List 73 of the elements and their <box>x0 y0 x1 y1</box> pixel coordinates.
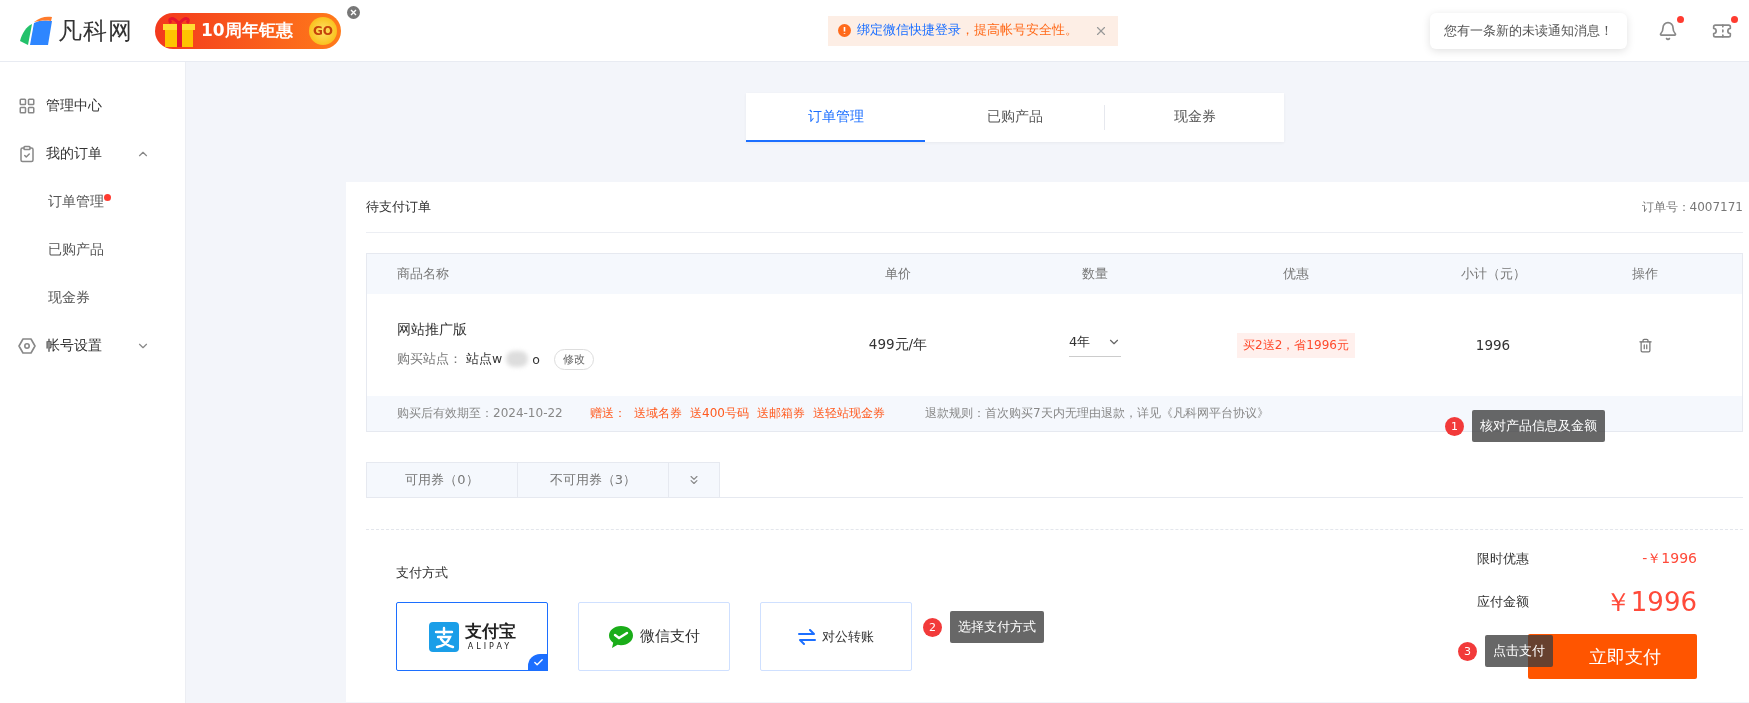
guide-tooltip: 点击支付 <box>1485 635 1553 667</box>
step-number: 3 <box>1458 641 1477 661</box>
logo-text: 凡科网 <box>58 15 133 47</box>
sidebar-item[interactable]: 管理中心 <box>0 82 185 130</box>
gift-item: 送轻站现金券 <box>812 405 885 422</box>
site-label: 购买站点： <box>397 350 462 368</box>
site-name: o <box>532 351 540 367</box>
coupon-tab[interactable]: 可用券（0） <box>366 462 518 497</box>
quantity-select[interactable]: 4年 <box>1069 333 1121 357</box>
refund-rule: 退款规则：首次购买7天内无理由退款，详见《凡科网平台协议》 <box>924 405 1269 422</box>
discount-label: 限时优惠 <box>1477 550 1530 568</box>
guide-tooltip: 核对产品信息及金额 <box>1472 410 1605 442</box>
go-badge: GO <box>309 16 337 45</box>
step-number: 2 <box>923 617 942 637</box>
tab[interactable]: 现金券 <box>1105 93 1284 142</box>
check-icon <box>528 654 548 671</box>
transfer-label: 对公转账 <box>822 627 874 646</box>
bell-icon[interactable] <box>1658 20 1678 41</box>
exchange-icon <box>798 628 816 645</box>
sidebar-subitem[interactable]: 现金券 <box>0 274 185 322</box>
column-header: 操作 <box>1631 265 1659 283</box>
alipay-logo-icon <box>428 621 459 652</box>
guide-tooltip: 选择支付方式 <box>950 611 1044 643</box>
order-number: 订单号：4007171 <box>1641 198 1743 216</box>
gift-item: 送400号码 <box>690 405 749 422</box>
tab[interactable]: 已购产品 <box>925 93 1104 142</box>
gift-item: 送邮箱券 <box>756 405 805 422</box>
gift-item: 送域名券 <box>634 405 682 422</box>
promo-banner[interactable]: 10周年钜惠 GO <box>155 12 341 49</box>
payment-option[interactable]: 支付宝 ALIPAY <box>396 602 548 671</box>
discount-amount: -￥1996 <box>1641 550 1697 568</box>
alipay-sublabel: ALIPAY <box>467 642 513 651</box>
tab[interactable]: 订单管理 <box>746 93 925 142</box>
payment-option[interactable]: 对公转账 <box>760 602 912 671</box>
notification-tooltip: 您有一条新的未读通知消息！ <box>1430 12 1627 49</box>
sidebar-subitem[interactable]: 订单管理 <box>0 178 185 226</box>
alipay-label: 支付宝 <box>464 622 516 640</box>
coupon-tab[interactable]: 不可用券（3） <box>517 462 669 497</box>
warning-icon <box>838 24 851 37</box>
grid-icon <box>18 97 36 115</box>
site-name: 站点w <box>466 350 503 368</box>
column-header: 小计（元） <box>1459 265 1527 283</box>
product-name: 网站推广版 <box>397 320 468 339</box>
promo-text: 10周年钜惠 <box>201 19 293 42</box>
total-amount: ￥1996 <box>1603 585 1697 619</box>
settings-icon <box>18 337 36 355</box>
payment-option[interactable]: 微信支付 <box>578 602 730 671</box>
sidebar-item[interactable]: 我的订单 <box>0 130 185 178</box>
sidebar-subitem[interactable]: 已购产品 <box>0 226 185 274</box>
redaction-blur <box>506 351 529 367</box>
section-title: 待支付订单 <box>366 198 431 216</box>
table-cell-text: 499元/年 <box>867 336 929 354</box>
double-chevron-down-icon <box>687 473 701 487</box>
payment-title: 支付方式 <box>396 565 448 580</box>
logo-icon <box>18 14 54 47</box>
edit-button[interactable]: 修改 <box>553 348 594 370</box>
column-header: 商品名称 <box>396 265 450 283</box>
chat-bubble-icon <box>608 624 634 649</box>
total-label: 应付金额 <box>1477 593 1530 611</box>
discount-tag: 买2送2，省1996元 <box>1237 332 1355 358</box>
table-cell-text: 1996 <box>1474 337 1512 353</box>
notice-text: 绑定微信快捷登录，提高帐号安全性。 <box>857 22 1078 39</box>
clipboard-check-icon <box>18 145 36 163</box>
column-header: 优惠 <box>1282 265 1310 283</box>
validity-text: 购买后有效期至：2024-10-22 <box>397 405 564 422</box>
bind-wechat-link[interactable]: 绑定微信快捷登录 <box>857 22 961 37</box>
wechat-label: 微信支付 <box>640 627 700 646</box>
column-header: 数量 <box>1081 265 1109 283</box>
column-header: 单价 <box>884 265 912 283</box>
gift-label: 赠送： <box>590 405 626 422</box>
trash-icon[interactable] <box>1637 337 1653 353</box>
close-icon[interactable] <box>347 6 360 19</box>
sidebar-item[interactable]: 帐号设置 <box>0 322 185 370</box>
